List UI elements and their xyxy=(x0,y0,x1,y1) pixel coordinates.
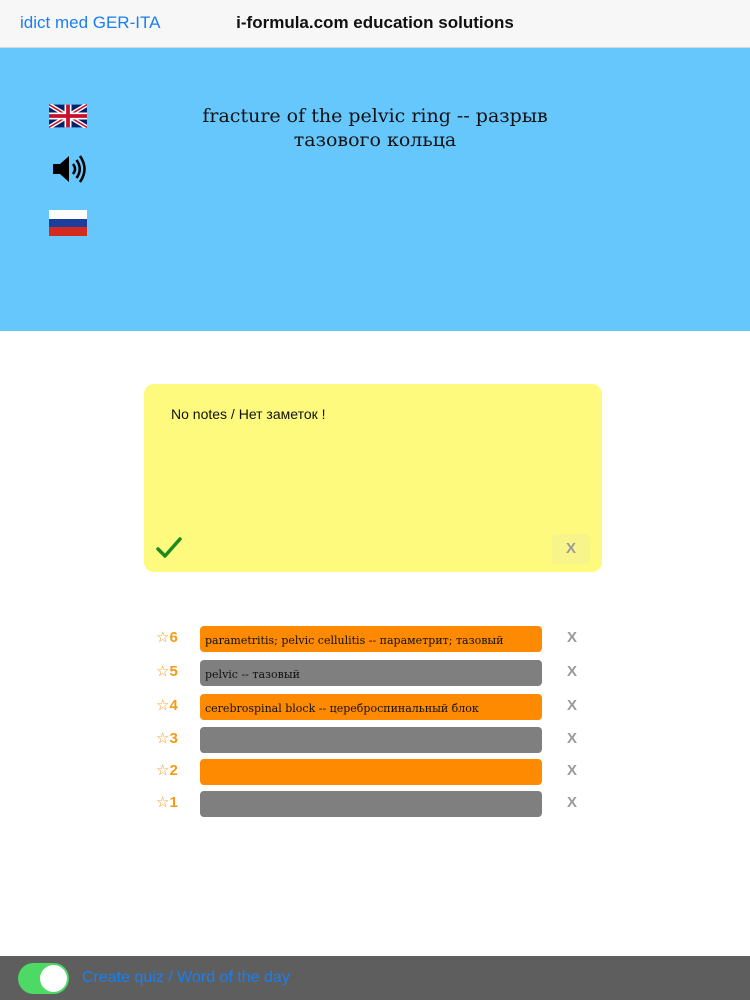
history-row: ☆3 X xyxy=(0,727,750,753)
bottom-toolbar: Create quiz / Word of the day xyxy=(0,956,750,1000)
history-row: ☆6 parametritis; pelvic cellulitis -- па… xyxy=(0,626,750,652)
remove-item-button[interactable]: X xyxy=(560,629,584,646)
term-panel: fracture of the pelvic ring -- разрыв та… xyxy=(0,48,750,331)
notes-text[interactable]: No notes / Нет заметок ! xyxy=(171,406,326,422)
navigation-bar: idict med GER-ITA i-formula.com educatio… xyxy=(0,0,750,48)
remove-item-button[interactable]: X xyxy=(560,794,584,811)
quiz-toggle[interactable] xyxy=(18,963,69,994)
history-item[interactable] xyxy=(200,759,542,785)
history-row: ☆1 X xyxy=(0,791,750,817)
checkmark-icon[interactable] xyxy=(156,536,182,560)
remove-item-button[interactable]: X xyxy=(560,697,584,714)
clear-notes-button[interactable]: X xyxy=(552,534,590,564)
history-row: ☆4 cerebrospinal block -- цереброспиналь… xyxy=(0,694,750,720)
notes-panel: No notes / Нет заметок ! X xyxy=(144,384,602,572)
remove-item-button[interactable]: X xyxy=(560,730,584,747)
uk-flag-icon[interactable] xyxy=(49,104,87,128)
history-item[interactable]: parametritis; pelvic cellulitis -- парам… xyxy=(200,626,542,652)
star-rank: ☆4 xyxy=(156,697,178,714)
history-row: ☆2 X xyxy=(0,759,750,785)
star-rank: ☆5 xyxy=(156,663,178,680)
history-item[interactable] xyxy=(200,791,542,817)
star-rank: ☆3 xyxy=(156,730,178,747)
history-row: ☆5 pelvic -- тазовый X xyxy=(0,660,750,686)
app-title: i-formula.com education solutions xyxy=(236,13,514,32)
star-rank: ☆2 xyxy=(156,762,178,779)
star-rank: ☆6 xyxy=(156,629,178,646)
toggle-knob xyxy=(40,965,67,992)
remove-item-button[interactable]: X xyxy=(560,663,584,680)
history-item[interactable]: pelvic -- тазовый xyxy=(200,660,542,686)
term-text: fracture of the pelvic ring -- разрыв та… xyxy=(202,105,548,151)
history-item[interactable] xyxy=(200,727,542,753)
history-item[interactable]: cerebrospinal block -- цереброспинальный… xyxy=(200,694,542,720)
star-rank: ☆1 xyxy=(156,794,178,811)
remove-item-button[interactable]: X xyxy=(560,762,584,779)
russia-flag-icon[interactable] xyxy=(49,210,87,236)
speaker-icon[interactable] xyxy=(50,152,88,186)
quiz-toggle-label[interactable]: Create quiz / Word of the day xyxy=(82,969,290,987)
